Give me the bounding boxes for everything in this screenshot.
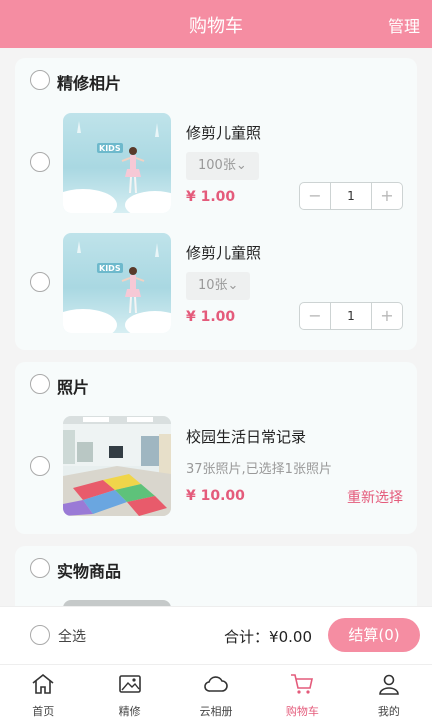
- item-name: 校园生活日常记录: [186, 428, 307, 446]
- svg-text:KIDS: KIDS: [99, 144, 121, 153]
- photo-count-description: 37张照片,已选择1张照片: [186, 462, 332, 477]
- tab-cloud-album[interactable]: 云相册: [173, 665, 259, 720]
- quantity-value[interactable]: 1: [330, 183, 372, 209]
- section-retouched-photos: 精修相片 KIDS 修剪儿童照 100张⌄ ¥ 1.00 − 1 + KIDS …: [15, 58, 417, 350]
- tab-label: 首页: [32, 705, 55, 718]
- page-title: 购物车: [189, 16, 243, 37]
- quantity-stepper: − 1 +: [299, 302, 403, 330]
- item-price: ¥ 1.00: [186, 189, 236, 205]
- section-select-radio[interactable]: [30, 374, 50, 394]
- minus-button[interactable]: −: [300, 183, 330, 209]
- product-thumbnail[interactable]: KIDS: [63, 233, 171, 333]
- section-title: 实物商品: [57, 562, 122, 581]
- select-all-radio[interactable]: [30, 625, 50, 645]
- product-thumbnail[interactable]: [63, 416, 171, 516]
- top-bar: 购物车 管理: [0, 0, 432, 48]
- plus-button[interactable]: +: [372, 183, 402, 209]
- kids-photo-illustration: KIDS: [63, 121, 171, 213]
- tab-cart[interactable]: 购物车: [259, 665, 345, 720]
- total-amount: 合计：¥0.00: [224, 628, 312, 646]
- product-thumbnail[interactable]: KIDS: [63, 113, 171, 213]
- cloud-icon: [204, 676, 228, 692]
- section-title: 照片: [57, 378, 90, 397]
- manage-button[interactable]: 管理: [388, 13, 420, 37]
- tab-mine[interactable]: 我的: [346, 665, 432, 720]
- item-price: ¥ 1.00: [186, 309, 236, 325]
- home-icon: [32, 673, 54, 694]
- quantity-value[interactable]: 1: [330, 303, 372, 329]
- item-name: 修剪儿童照: [186, 244, 262, 262]
- spec-selector[interactable]: 100张⌄: [186, 152, 259, 180]
- section-photos: 照片 校园生活日常记录 37张照片,已选择1张照片 ¥ 10.00 重新选择: [15, 362, 417, 534]
- item-select-radio[interactable]: [30, 272, 50, 292]
- tab-home[interactable]: 首页: [0, 665, 86, 720]
- minus-button[interactable]: −: [300, 303, 330, 329]
- tab-label: 云相册: [199, 705, 233, 718]
- tab-retouch[interactable]: 精修: [86, 665, 172, 720]
- checkout-button[interactable]: 结算(0): [328, 618, 420, 652]
- item-select-radio[interactable]: [30, 456, 50, 476]
- kids-photo-illustration: KIDS: [63, 241, 171, 333]
- reselect-link[interactable]: 重新选择: [347, 487, 403, 507]
- section-select-radio[interactable]: [30, 70, 50, 90]
- spec-selector[interactable]: 10张⌄: [186, 272, 251, 300]
- select-all-label[interactable]: 全选: [58, 626, 86, 646]
- item-select-radio[interactable]: [30, 152, 50, 172]
- quantity-stepper: − 1 +: [299, 182, 403, 210]
- section-select-radio[interactable]: [30, 558, 50, 578]
- item-price: ¥ 10.00: [186, 488, 245, 504]
- section-title: 精修相片: [57, 74, 122, 93]
- tab-label: 购物车: [285, 705, 319, 718]
- cart-icon: [291, 674, 314, 694]
- user-icon: [379, 674, 399, 695]
- image-icon: [118, 675, 141, 693]
- item-name: 修剪儿童照: [186, 124, 262, 142]
- bottom-tab-bar: 首页 精修 云相册 购物车 我的: [0, 664, 432, 720]
- tab-label: 我的: [377, 705, 400, 718]
- svg-text:KIDS: KIDS: [99, 264, 121, 273]
- plus-button[interactable]: +: [372, 303, 402, 329]
- checkout-bar: 全选 合计：¥0.00 结算(0): [0, 606, 432, 664]
- tab-label: 精修: [118, 705, 141, 718]
- classroom-photo: [63, 416, 171, 516]
